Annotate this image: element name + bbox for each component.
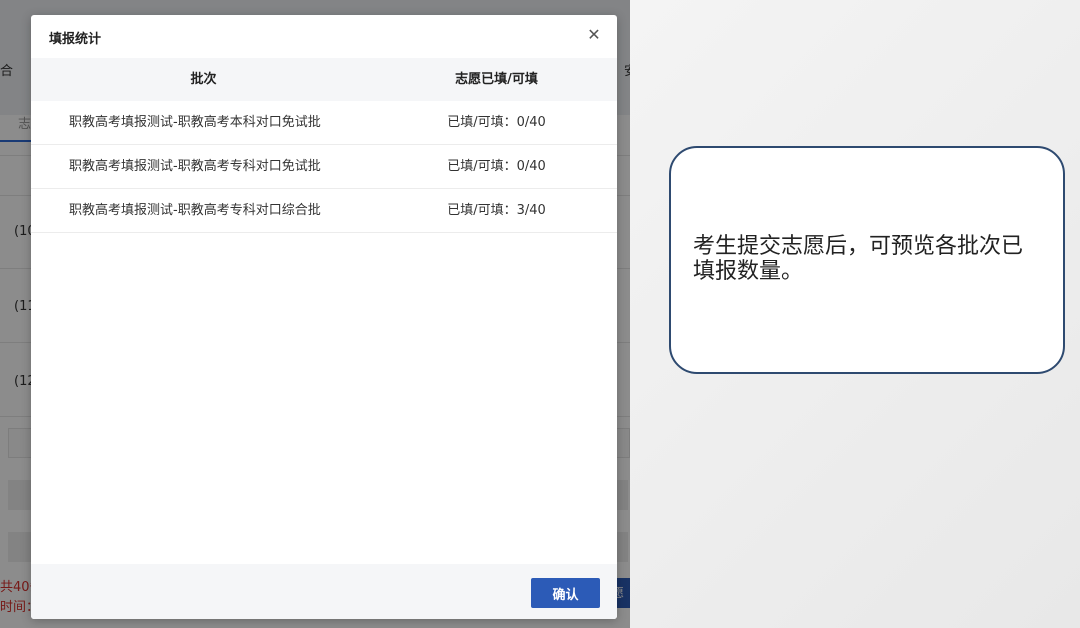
table-row: 职教高考填报测试-职教高考本科对口免试批 已填/可填：0/40 — [31, 101, 617, 145]
batch-cell: 职教高考填报测试-职教高考本科对口免试批 — [69, 115, 321, 130]
dialog-title: 填报统计 — [49, 32, 102, 47]
background-app: 合 志 (10 (11 (12 共40条 时间： 安 志愿 填报统计 ✕ 批次 … — [0, 0, 630, 628]
dialog-header: 填报统计 ✕ — [31, 15, 617, 58]
column-header-status: 志愿已填/可填 — [455, 72, 538, 87]
statistics-table: 批次 志愿已填/可填 职教高考填报测试-职教高考本科对口免试批 已填/可填：0/… — [31, 58, 617, 233]
status-cell: 已填/可填：0/40 — [447, 159, 546, 174]
table-row: 职教高考填报测试-职教高考专科对口综合批 已填/可填：3/40 — [31, 189, 617, 233]
close-icon[interactable]: ✕ — [583, 24, 605, 46]
confirm-button[interactable]: 确认 — [531, 578, 600, 608]
annotation-text: 考生提交志愿后，可预览各批次已填报数量。 — [693, 234, 1024, 284]
table-row: 职教高考填报测试-职教高考专科对口免试批 已填/可填：0/40 — [31, 145, 617, 189]
annotation-callout: 考生提交志愿后，可预览各批次已填报数量。 — [669, 146, 1065, 374]
dialog-footer: 确认 — [31, 564, 617, 619]
statistics-dialog: 填报统计 ✕ 批次 志愿已填/可填 职教高考填报测试-职教高考本科对口免试批 已… — [31, 15, 617, 619]
batch-cell: 职教高考填报测试-职教高考专科对口免试批 — [69, 159, 321, 174]
status-cell: 已填/可填：3/40 — [447, 203, 546, 218]
annotation-area: 考生提交志愿后，可预览各批次已填报数量。 — [630, 0, 1080, 628]
table-header: 批次 志愿已填/可填 — [31, 58, 617, 101]
column-header-batch: 批次 — [190, 72, 217, 87]
status-cell: 已填/可填：0/40 — [447, 115, 546, 130]
batch-cell: 职教高考填报测试-职教高考专科对口综合批 — [69, 203, 321, 218]
